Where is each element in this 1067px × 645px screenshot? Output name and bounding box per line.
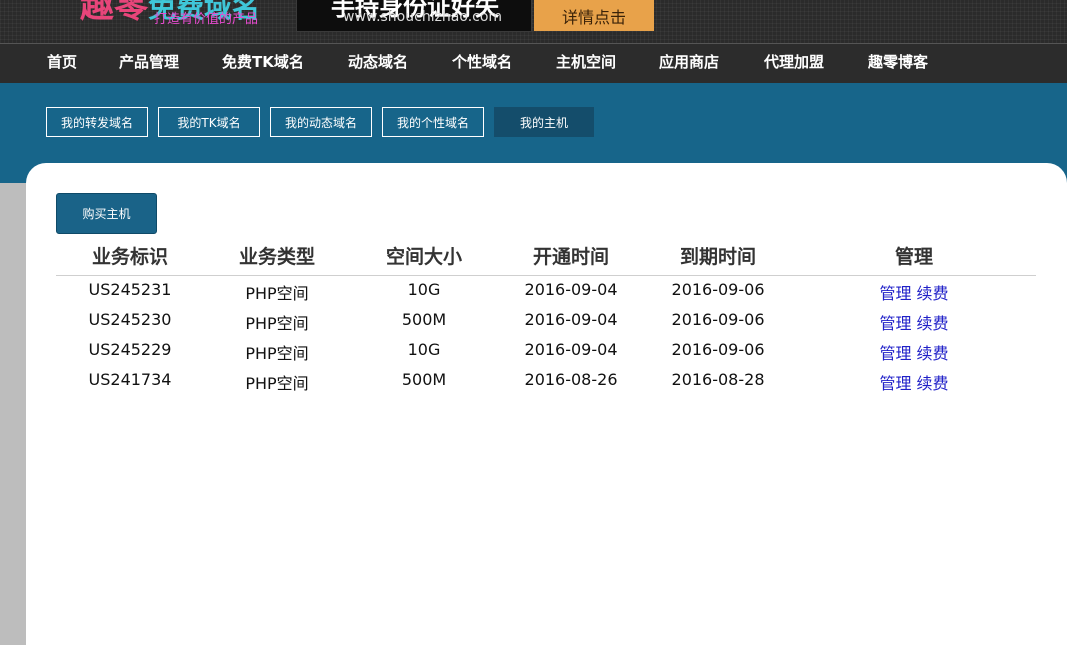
cell-open-date: 2016-09-04 xyxy=(524,310,618,329)
cell-id: US245230 xyxy=(88,310,172,329)
cell-id: US245229 xyxy=(88,340,172,359)
cell-open-date: 2016-08-26 xyxy=(524,370,618,389)
nav-item-home[interactable]: 首页 xyxy=(47,44,77,83)
renew-link[interactable]: 续费 xyxy=(917,314,949,333)
manage-link[interactable]: 管理 xyxy=(879,314,911,333)
cell-open-date: 2016-09-04 xyxy=(524,280,618,299)
cell-open-date: 2016-09-04 xyxy=(524,340,618,359)
renew-link[interactable]: 续费 xyxy=(917,284,949,303)
cell-type: PHP空间 xyxy=(245,374,309,393)
cell-actions: 管理 续费 xyxy=(879,310,948,334)
main-nav: 首页 产品管理 免费TK域名 动态域名 个性域名 主机空间 应用商店 代理加盟 … xyxy=(0,44,1067,83)
details-button[interactable]: 详情点击 xyxy=(534,0,654,31)
cell-type: PHP空间 xyxy=(245,344,309,363)
tab-my-hosts[interactable]: 我的主机 xyxy=(494,107,594,137)
renew-link[interactable]: 续费 xyxy=(917,344,949,363)
cell-expire-date: 2016-09-06 xyxy=(671,310,765,329)
cell-actions: 管理 续费 xyxy=(879,280,948,304)
col-header-id: 业务标识 xyxy=(91,246,169,268)
logo-tagline: 打造有价值的产品 xyxy=(154,12,259,27)
left-gutter xyxy=(0,183,26,645)
cell-id: US241734 xyxy=(88,370,172,389)
col-header-expire-date: 到期时间 xyxy=(679,246,757,268)
tab-forward-domains[interactable]: 我的转发域名 xyxy=(46,107,148,137)
tab-tk-domains[interactable]: 我的TK域名 xyxy=(158,107,260,137)
manage-link[interactable]: 管理 xyxy=(879,284,911,303)
cell-size: 10G xyxy=(407,280,441,299)
tab-dynamic-domains[interactable]: 我的动态域名 xyxy=(270,107,372,137)
header-divider xyxy=(56,275,1036,276)
ad-banner[interactable]: 手持身份证好失 www.shouchizhao.com xyxy=(296,0,532,32)
nav-item-custom-domain[interactable]: 个性域名 xyxy=(452,44,512,83)
cell-size: 10G xyxy=(407,340,441,359)
logo-main-text: 趣零 xyxy=(80,0,148,26)
cell-expire-date: 2016-09-06 xyxy=(671,280,765,299)
tab-custom-domains[interactable]: 我的个性域名 xyxy=(382,107,484,137)
buy-host-button[interactable]: 购买主机 xyxy=(56,193,157,234)
cell-expire-date: 2016-09-06 xyxy=(671,340,765,359)
renew-link[interactable]: 续费 xyxy=(917,374,949,393)
col-header-type: 业务类型 xyxy=(238,246,316,268)
cell-type: PHP空间 xyxy=(245,314,309,333)
col-header-open-date: 开通时间 xyxy=(532,246,610,268)
nav-item-blog[interactable]: 趣零博客 xyxy=(868,44,928,83)
manage-link[interactable]: 管理 xyxy=(879,374,911,393)
nav-item-dynamic-dns[interactable]: 动态域名 xyxy=(348,44,408,83)
cell-actions: 管理 续费 xyxy=(879,340,948,364)
nav-item-free-tk[interactable]: 免费TK域名 xyxy=(222,44,304,83)
cell-actions: 管理 续费 xyxy=(879,370,948,394)
nav-item-products[interactable]: 产品管理 xyxy=(119,44,179,83)
manage-link[interactable]: 管理 xyxy=(879,344,911,363)
cell-id: US245231 xyxy=(88,280,172,299)
cell-type: PHP空间 xyxy=(245,284,309,303)
top-banner: 趣零免费域名 打造有价值的产品 手持身份证好失 www.shouchizhao.… xyxy=(0,0,1067,44)
ad-url: www.shouchizhao.com xyxy=(343,9,503,25)
nav-item-app-store[interactable]: 应用商店 xyxy=(659,44,719,83)
nav-item-agency[interactable]: 代理加盟 xyxy=(764,44,824,83)
cell-size: 500M xyxy=(401,370,447,389)
col-header-size: 空间大小 xyxy=(385,246,463,268)
nav-item-hosting[interactable]: 主机空间 xyxy=(556,44,616,83)
cell-size: 500M xyxy=(401,310,447,329)
col-header-manage: 管理 xyxy=(894,246,934,268)
content-panel xyxy=(26,163,1067,645)
cell-expire-date: 2016-08-28 xyxy=(671,370,765,389)
